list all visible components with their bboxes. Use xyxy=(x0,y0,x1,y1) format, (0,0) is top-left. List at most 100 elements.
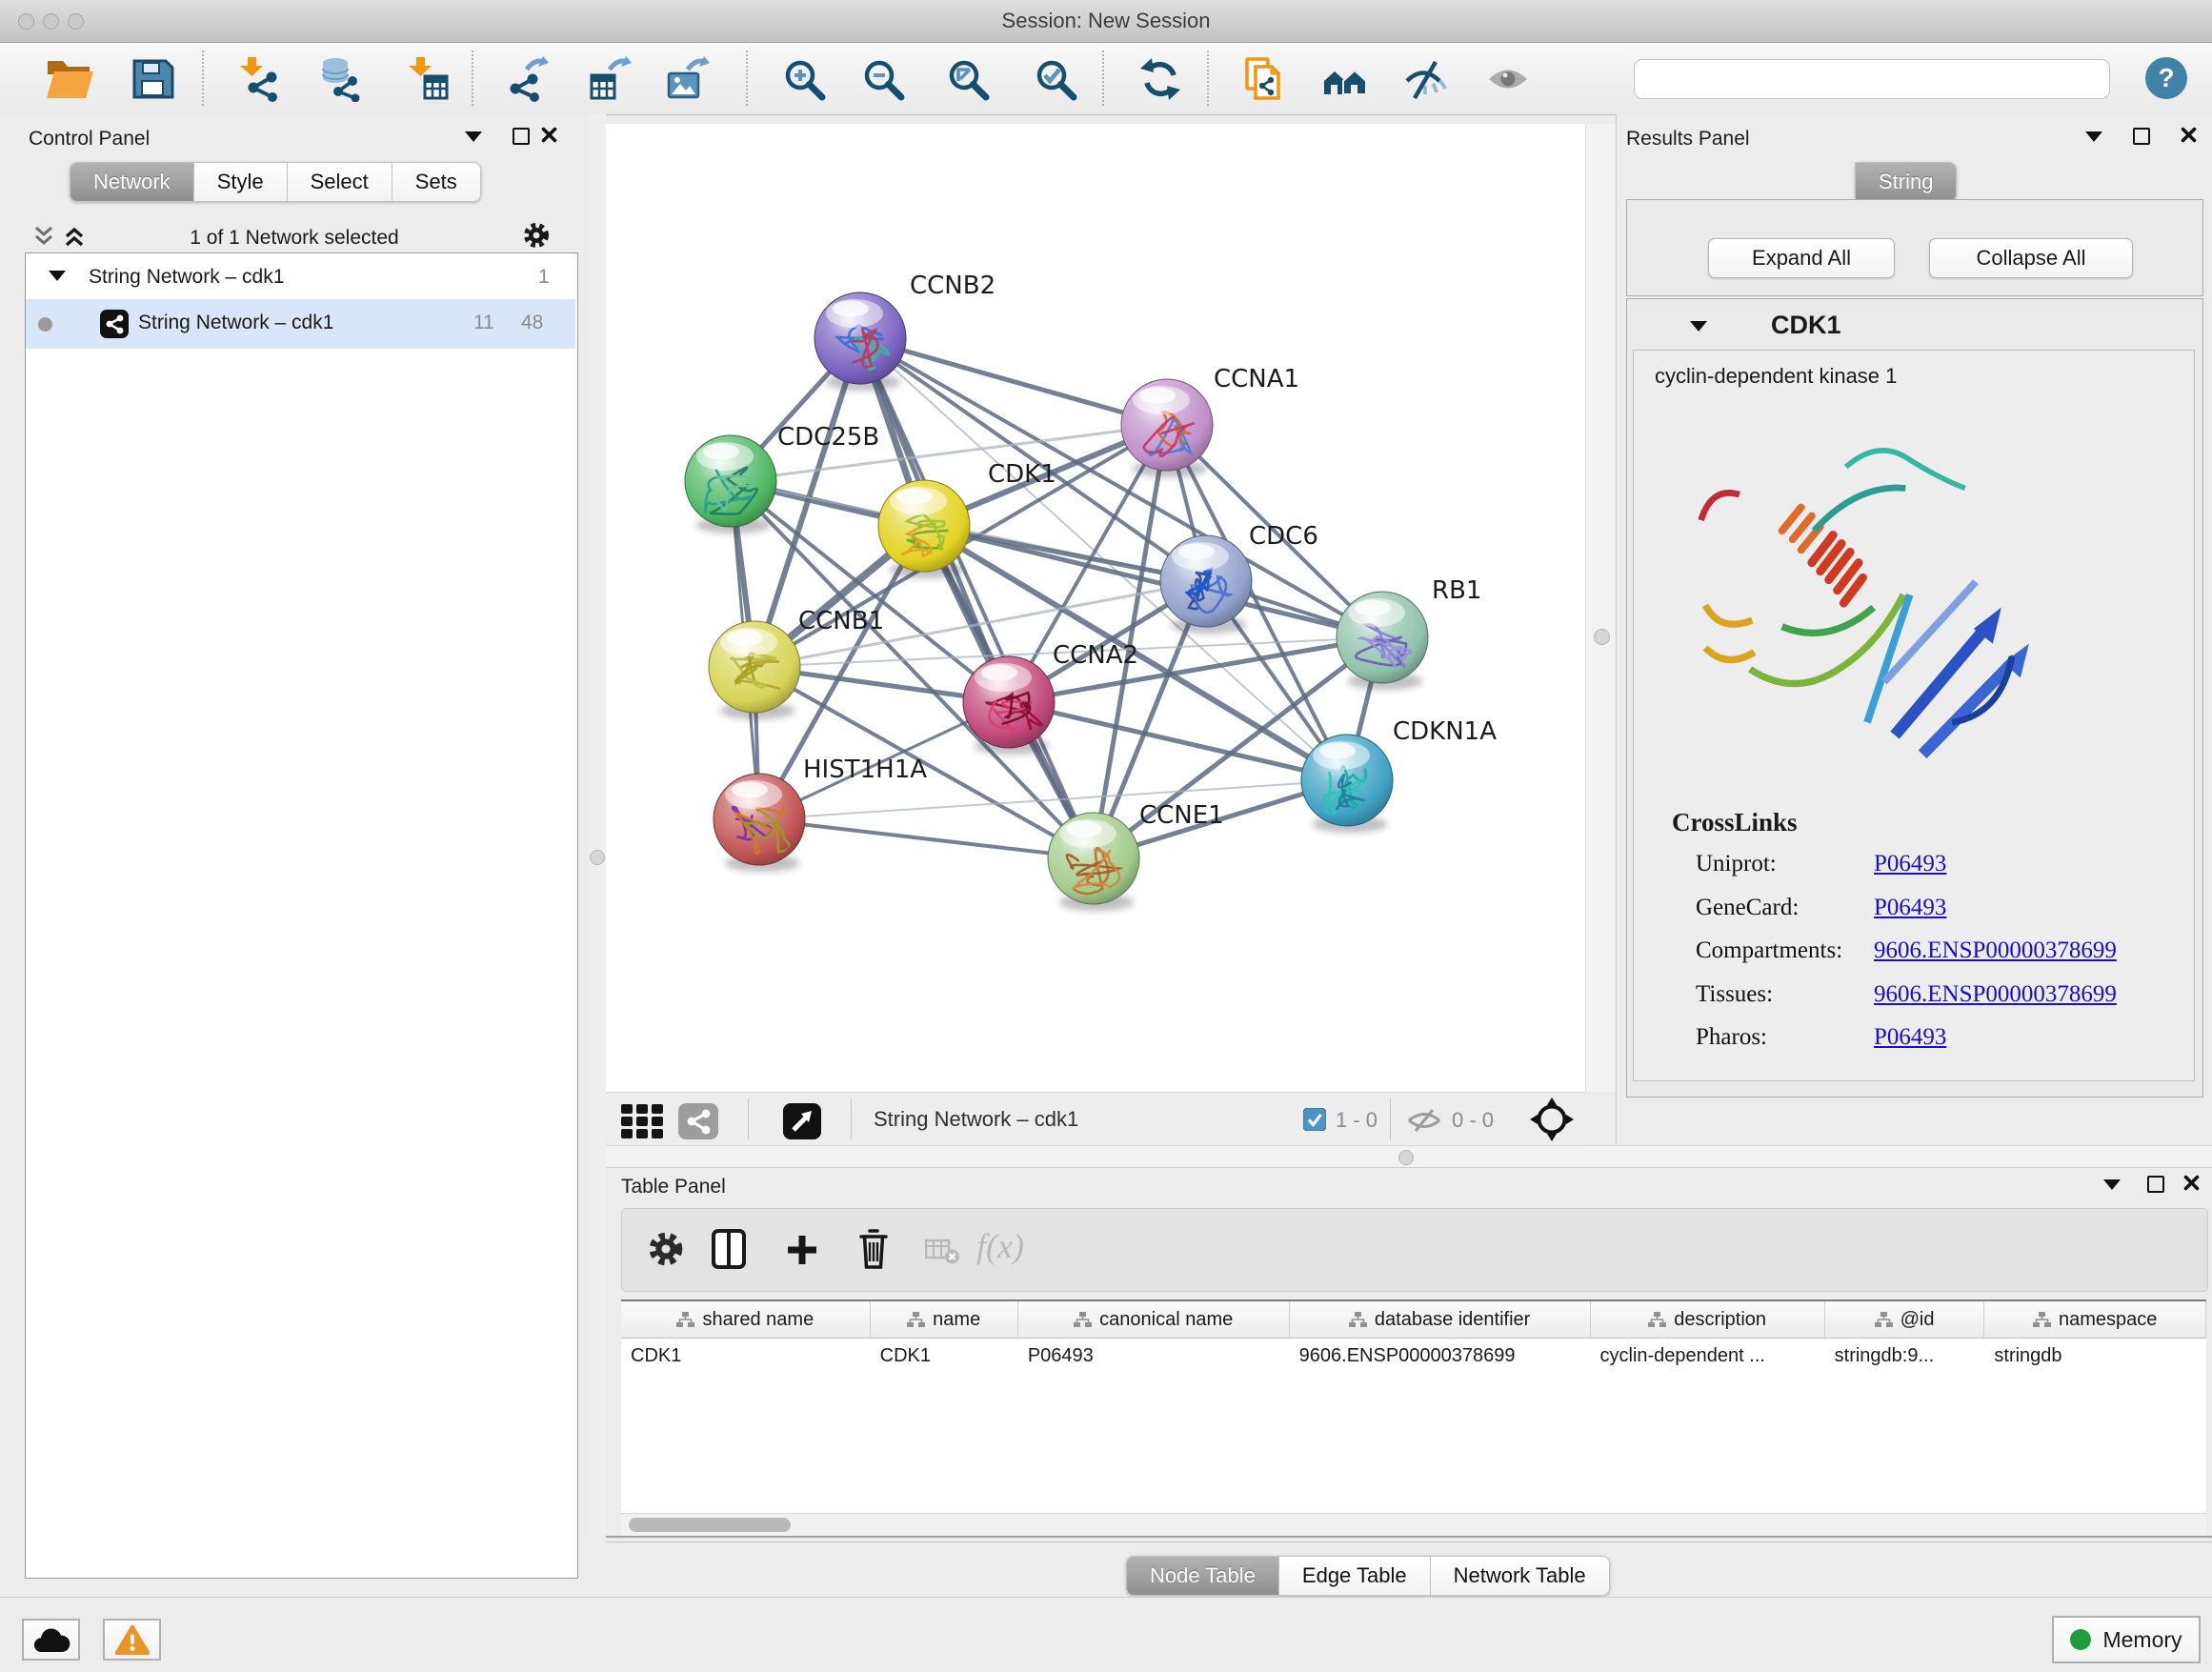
network-node-CDC6[interactable] xyxy=(1160,535,1252,627)
left-splitter-handle[interactable] xyxy=(590,850,605,865)
network-edge-HIST1H1A-CCNE1[interactable] xyxy=(759,819,1094,858)
column-header-shared-name[interactable]: shared name xyxy=(621,1301,871,1338)
network-node-RB1[interactable] xyxy=(1337,592,1428,683)
crosslink-link[interactable]: P06493 xyxy=(1874,851,1946,877)
tree-expander-icon[interactable] xyxy=(49,271,66,281)
zoom-fit-button[interactable] xyxy=(941,52,995,106)
memory-button[interactable]: Memory xyxy=(2052,1616,2201,1663)
table-cell[interactable]: cyclin-dependent ... xyxy=(1591,1339,1825,1375)
panel-menu-icon[interactable] xyxy=(2103,1179,2121,1190)
table-cell[interactable]: 9606.ENSP00000378699 xyxy=(1290,1339,1591,1375)
collapse-all-button[interactable]: Collapse All xyxy=(1929,238,2133,278)
bottom-splitter-handle[interactable] xyxy=(1398,1150,1414,1165)
hidden-eye-icon[interactable] xyxy=(1407,1109,1441,1132)
network-collection-row[interactable]: String Network – cdk1 1 xyxy=(26,257,575,299)
fit-content-crosshair-icon[interactable] xyxy=(1530,1098,1574,1141)
search-input[interactable] xyxy=(1634,59,2110,99)
import-network-database-button[interactable] xyxy=(314,52,368,106)
crosslink-link[interactable]: 9606.ENSP00000378699 xyxy=(1874,981,2117,1008)
network-node-CCNB1[interactable] xyxy=(709,621,800,713)
tab-sets[interactable]: Sets xyxy=(392,162,481,202)
panel-float-icon[interactable] xyxy=(2133,128,2150,145)
network-node-CCNE1[interactable] xyxy=(1048,813,1139,904)
zoom-in-button[interactable] xyxy=(777,52,831,106)
expand-all-button[interactable]: Expand All xyxy=(1708,238,1895,278)
tab-edge-table[interactable]: Edge Table xyxy=(1279,1556,1431,1596)
refresh-layout-button[interactable] xyxy=(1134,52,1187,106)
help-button[interactable]: ? xyxy=(2145,57,2187,99)
network-node-CDKN1A[interactable] xyxy=(1301,735,1393,826)
network-node-CCNA1[interactable] xyxy=(1121,379,1213,471)
export-table-button[interactable] xyxy=(583,52,636,106)
warnings-button[interactable] xyxy=(103,1619,161,1661)
table-cell[interactable]: stringdb xyxy=(1984,1339,2206,1375)
panel-close-icon[interactable] xyxy=(541,127,557,143)
add-column-plus-icon[interactable] xyxy=(786,1234,818,1266)
zoom-selected-button[interactable] xyxy=(1029,52,1082,106)
network-node-CDK1[interactable] xyxy=(878,480,970,572)
network-node-CCNA2[interactable] xyxy=(963,656,1055,748)
network-edge-CCNA2-CDKN1A[interactable] xyxy=(1009,702,1347,780)
panel-menu-icon[interactable] xyxy=(465,131,482,142)
open-session-button[interactable] xyxy=(43,52,96,106)
column-header--id[interactable]: @id xyxy=(1825,1301,1985,1338)
function-builder-fx-icon[interactable]: f(x) xyxy=(976,1226,1024,1266)
selected-checkbox-icon[interactable] xyxy=(1303,1108,1326,1131)
show-columns-icon[interactable] xyxy=(712,1229,746,1269)
tab-select[interactable]: Select xyxy=(288,162,392,202)
left-splitter[interactable] xyxy=(589,114,606,1536)
import-network-file-button[interactable] xyxy=(232,52,286,106)
table-cell[interactable]: P06493 xyxy=(1018,1339,1290,1375)
first-neighbors-button[interactable] xyxy=(1318,52,1372,106)
show-all-button[interactable] xyxy=(1481,52,1535,106)
export-network-button[interactable] xyxy=(500,52,553,106)
table-cell[interactable]: CDK1 xyxy=(621,1339,871,1375)
save-session-button[interactable] xyxy=(126,52,179,106)
crosslink-link[interactable]: P06493 xyxy=(1874,1024,1946,1051)
export-image-button[interactable] xyxy=(661,52,714,106)
gear-icon[interactable] xyxy=(522,221,551,250)
zoom-out-button[interactable] xyxy=(856,52,910,106)
protein-section-expander-icon[interactable] xyxy=(1690,321,1707,332)
cloud-button[interactable] xyxy=(22,1619,80,1661)
table-cell[interactable]: stringdb:9... xyxy=(1825,1339,1985,1375)
network-node-HIST1H1A[interactable] xyxy=(714,774,805,865)
column-header-name[interactable]: name xyxy=(871,1301,1018,1338)
network-edge-CCNB2-CCNA1[interactable] xyxy=(860,338,1167,425)
import-table-button[interactable] xyxy=(401,52,454,106)
delete-table-icon[interactable] xyxy=(925,1236,960,1265)
bottom-splitter[interactable] xyxy=(606,1145,2212,1168)
column-header-description[interactable]: description xyxy=(1591,1301,1825,1338)
panel-float-icon[interactable] xyxy=(2147,1176,2164,1193)
delete-column-trash-icon[interactable] xyxy=(858,1229,889,1269)
tab-network-table[interactable]: Network Table xyxy=(1431,1556,1610,1596)
crosslink-link[interactable]: P06493 xyxy=(1874,895,1946,921)
column-header-canonical-name[interactable]: canonical name xyxy=(1018,1301,1290,1338)
network-share-view-icon[interactable] xyxy=(678,1103,718,1139)
grid-view-icon[interactable] xyxy=(621,1104,663,1138)
tab-network[interactable]: Network xyxy=(70,162,194,202)
column-header-namespace[interactable]: namespace xyxy=(1984,1301,2206,1338)
panel-float-icon[interactable] xyxy=(513,128,530,145)
panel-menu-icon[interactable] xyxy=(2085,131,2102,142)
new-network-from-selection-button[interactable] xyxy=(1237,52,1291,106)
tab-node-table[interactable]: Node Table xyxy=(1126,1556,1279,1596)
network-node-CDC25B[interactable] xyxy=(685,435,776,527)
network-canvas[interactable]: CCNB2CCNA1CDC25BCDK1CDC6RB1CCNB1CCNA2CDK… xyxy=(606,124,1585,1092)
table-row[interactable]: CDK1CDK1P064939606.ENSP00000378699cyclin… xyxy=(621,1339,2206,1375)
scrollbar-thumb[interactable] xyxy=(629,1518,791,1532)
table-settings-gear-icon[interactable] xyxy=(647,1230,685,1268)
hide-selection-button[interactable] xyxy=(1398,52,1452,106)
right-splitter[interactable] xyxy=(1585,124,1616,1092)
table-horizontal-scrollbar[interactable] xyxy=(621,1513,2206,1537)
crosslink-link[interactable]: 9606.ENSP00000378699 xyxy=(1874,937,2117,964)
network-node-CCNB2[interactable] xyxy=(814,292,906,384)
right-splitter-handle[interactable] xyxy=(1594,629,1610,645)
table-cell[interactable]: CDK1 xyxy=(871,1339,1018,1375)
panel-close-icon[interactable] xyxy=(2181,127,2197,143)
panel-close-icon[interactable] xyxy=(2183,1175,2200,1191)
network-row-selected[interactable]: String Network – cdk1 11 48 xyxy=(26,299,575,349)
tab-string[interactable]: String xyxy=(1855,162,1957,202)
tab-style[interactable]: Style xyxy=(194,162,288,202)
birdseye-toggle-icon[interactable] xyxy=(783,1103,821,1139)
